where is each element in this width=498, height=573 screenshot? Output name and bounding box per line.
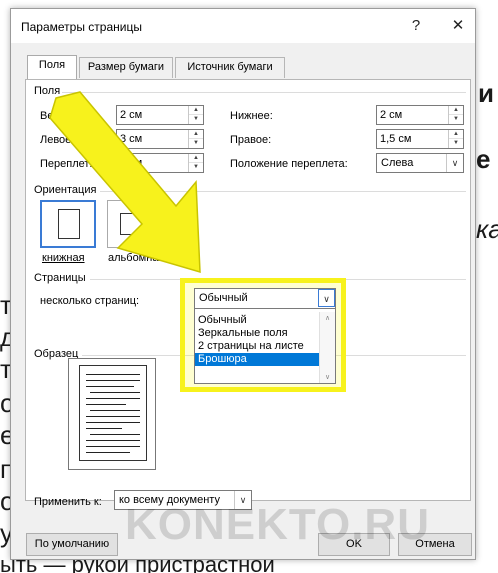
- tab-margins[interactable]: Поля: [27, 55, 77, 79]
- watermark: KONEKTO.RU: [125, 500, 430, 549]
- arrow-icon: [49, 91, 201, 274]
